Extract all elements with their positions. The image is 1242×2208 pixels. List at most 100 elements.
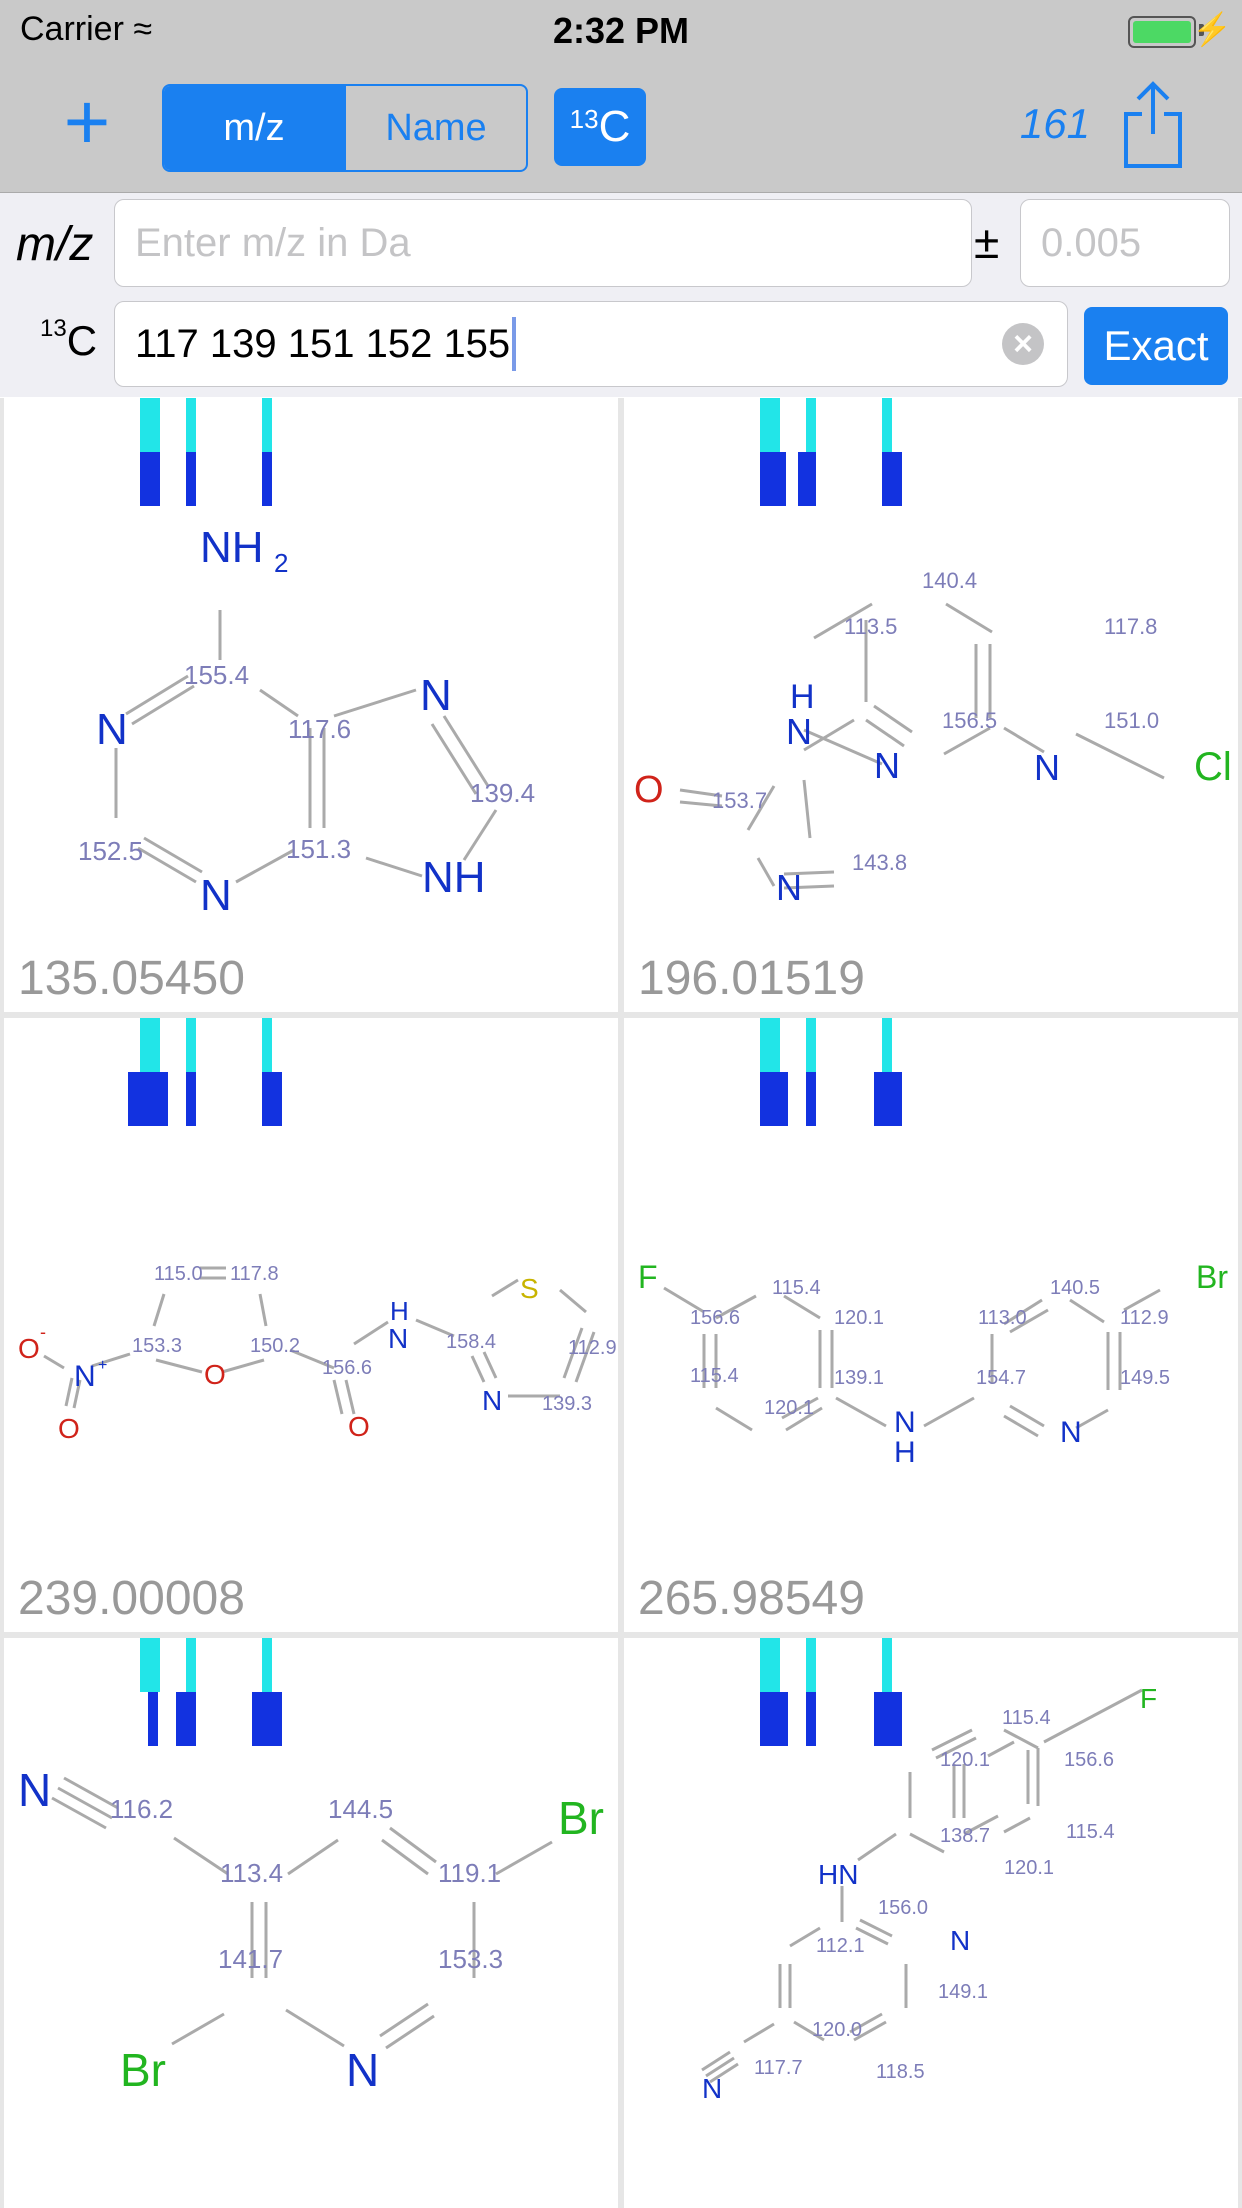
molecule-structure: O - N + O O O H N S N 115.0 117.8 153.3 … bbox=[18, 1263, 617, 1444]
atom-label: F bbox=[1140, 1683, 1157, 1714]
atom-label: N bbox=[482, 1385, 502, 1416]
result-card[interactable]: NH 2 N N N NH 155.4 117.6 139.4 152.5 15… bbox=[4, 398, 618, 1012]
result-count: 161 bbox=[1019, 100, 1090, 147]
atom-label: H bbox=[390, 1296, 409, 1326]
atom-label: + bbox=[98, 1357, 107, 1374]
text-caret bbox=[512, 317, 517, 371]
toolbar: + m/z Name 13 C 161 bbox=[0, 60, 1242, 193]
atom-label: N bbox=[1060, 1416, 1082, 1449]
chemical-shift-label: 118.5 bbox=[876, 2061, 925, 2083]
chemical-shift-label: 112.9 bbox=[1120, 1307, 1169, 1329]
atom-label: N bbox=[346, 2044, 379, 2096]
c13-toggle-button[interactable]: 13 C bbox=[554, 88, 646, 166]
mz-input[interactable]: Enter m/z in Da bbox=[114, 199, 972, 287]
chemical-shift-label: 115.4 bbox=[1066, 1821, 1115, 1843]
chemical-shift-label: 115.4 bbox=[690, 1365, 739, 1387]
c13-shift-label: 13C bbox=[40, 315, 98, 364]
atom-label: N bbox=[1034, 747, 1060, 788]
molecule-structure: N Br Br N 116.2 144.5 113.4 119.1 141.7 … bbox=[18, 1764, 604, 2096]
chemical-shift-label: 117.8 bbox=[1104, 614, 1157, 639]
chemical-shift-label: 138.7 bbox=[940, 1825, 990, 1847]
chemical-shift-label: 141.7 bbox=[218, 1944, 283, 1974]
result-card[interactable]: F HN N N 115.4 120.1 156.6 138.7 115.4 1… bbox=[624, 1638, 1238, 2208]
result-card[interactable]: O - N + O O O H N S N 115.0 117.8 153.3 … bbox=[4, 1018, 618, 1632]
chemical-shift-label: 151.3 bbox=[286, 834, 351, 864]
monoisotopic-mass: 135.05450 bbox=[18, 952, 245, 1005]
exact-button[interactable]: Exact bbox=[1084, 307, 1228, 385]
atom-label: N bbox=[786, 711, 812, 752]
c13-superscript: 13 bbox=[569, 103, 599, 134]
chemical-shift-label: 119.1 bbox=[438, 1858, 501, 1888]
atom-label: N bbox=[776, 867, 802, 908]
chemical-shift-label: 120.1 bbox=[1004, 1857, 1054, 1879]
result-card[interactable]: N Br Br N 116.2 144.5 113.4 119.1 141.7 … bbox=[4, 1638, 618, 2208]
monoisotopic-mass: 265.98549 bbox=[638, 1572, 865, 1625]
share-icon[interactable] bbox=[1122, 80, 1184, 170]
mz-label: m/z bbox=[16, 218, 94, 271]
search-panel: m/z Enter m/z in Da ± 0.005 13C 117 139 … bbox=[0, 193, 1242, 397]
chemical-shift-label: 151.0 bbox=[1104, 708, 1159, 733]
atom-label: Cl bbox=[1194, 745, 1232, 789]
chemical-shift-label: 112.9 bbox=[568, 1337, 617, 1359]
chemical-shift-label: 140.5 bbox=[1050, 1277, 1100, 1299]
chemical-shift-label: 156.6 bbox=[1064, 1749, 1114, 1771]
chemical-shift-label: 154.7 bbox=[976, 1367, 1026, 1389]
chemical-shift-label: 150.2 bbox=[250, 1335, 300, 1357]
atom-label: 2 bbox=[274, 548, 288, 578]
clear-icon[interactable]: × bbox=[1002, 323, 1044, 365]
status-time: 2:32 PM bbox=[552, 10, 690, 51]
segment-mz[interactable]: m/z bbox=[164, 86, 344, 170]
chemical-shift-label: 140.4 bbox=[922, 568, 977, 593]
chemical-shift-label: 149.5 bbox=[1120, 1367, 1170, 1389]
atom-label: N bbox=[420, 671, 452, 720]
atom-label: N bbox=[18, 1764, 51, 1816]
atom-label: N bbox=[950, 1925, 970, 1956]
atom-label: NH bbox=[200, 523, 264, 572]
charging-icon: ⚡ bbox=[1192, 11, 1232, 47]
atom-label: S bbox=[520, 1273, 539, 1304]
chemical-shift-label: 120.1 bbox=[834, 1307, 884, 1329]
atom-label: Br bbox=[1196, 1259, 1228, 1295]
chemical-shift-label: 139.3 bbox=[542, 1393, 592, 1415]
atom-label: O bbox=[58, 1413, 80, 1444]
plus-minus-label: ± bbox=[974, 216, 1000, 268]
atom-label: O bbox=[634, 769, 664, 811]
tolerance-input[interactable]: 0.005 bbox=[1020, 199, 1230, 287]
battery-icon bbox=[1128, 16, 1196, 48]
result-card[interactable]: F Br N H N 115.4 156.6 120.1 115.4 139.1… bbox=[624, 1018, 1238, 1632]
atom-label: Br bbox=[558, 1792, 604, 1844]
search-mode-segmented-control: m/z Name bbox=[162, 84, 528, 172]
atom-label: N bbox=[894, 1406, 916, 1439]
chemical-shift-label: 112.1 bbox=[816, 1935, 865, 1957]
chemical-shift-label: 156.6 bbox=[690, 1307, 740, 1329]
atom-label: N bbox=[74, 1360, 96, 1393]
add-button[interactable]: + bbox=[52, 82, 122, 162]
atom-label: - bbox=[40, 1322, 46, 1342]
atom-label: O bbox=[348, 1411, 370, 1442]
chemical-shift-label: 152.5 bbox=[78, 836, 143, 866]
atom-label: F bbox=[638, 1259, 658, 1295]
chemical-shift-label: 139.1 bbox=[834, 1367, 884, 1389]
result-card[interactable]: H N N N N O Cl 140.4 113.5 117.8 156.5 1… bbox=[624, 398, 1238, 1012]
chemical-shift-label: 115.4 bbox=[772, 1277, 821, 1299]
chemical-shift-label: 117.7 bbox=[754, 2057, 803, 2079]
chemical-shift-label: 117.6 bbox=[288, 714, 351, 744]
chemical-shift-label: 120.0 bbox=[812, 2019, 862, 2041]
chemical-shift-label: 139.4 bbox=[470, 778, 535, 808]
chemical-shift-label: 143.8 bbox=[852, 850, 907, 875]
atom-label: HN bbox=[818, 1859, 858, 1890]
segment-name[interactable]: Name bbox=[344, 86, 526, 170]
molecule-structure: NH 2 N N N NH 155.4 117.6 139.4 152.5 15… bbox=[78, 523, 535, 920]
atom-label: O bbox=[18, 1333, 40, 1364]
c13-shift-input[interactable]: 117 139 151 152 155 bbox=[114, 301, 1068, 387]
chemical-shift-label: 116.2 bbox=[110, 1794, 173, 1824]
atom-label: Br bbox=[120, 2044, 166, 2096]
chemical-shift-label: 156.6 bbox=[322, 1357, 372, 1379]
chemical-shift-label: 153.3 bbox=[438, 1944, 503, 1974]
chemical-shift-label: 155.4 bbox=[184, 660, 249, 690]
atom-label: N bbox=[96, 705, 128, 754]
chemical-shift-label: 153.7 bbox=[712, 788, 767, 813]
atom-label: N bbox=[874, 745, 900, 786]
chemical-shift-label: 149.1 bbox=[938, 1981, 988, 2003]
chemical-shift-label: 158.4 bbox=[446, 1331, 496, 1353]
